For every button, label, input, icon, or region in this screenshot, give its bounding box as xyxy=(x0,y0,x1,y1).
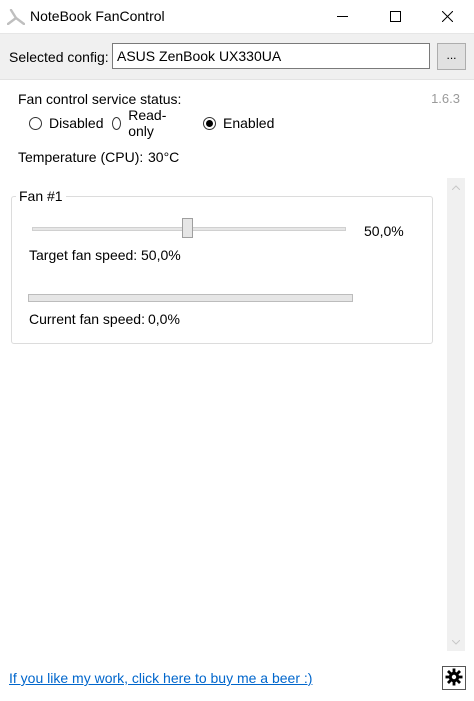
radio-enabled[interactable]: Enabled xyxy=(203,114,274,132)
gear-icon xyxy=(445,668,463,689)
radio-enabled-label: Enabled xyxy=(223,115,275,131)
config-label: Selected config: xyxy=(9,49,109,65)
maximize-button[interactable] xyxy=(372,0,418,33)
scroll-down-icon[interactable] xyxy=(447,633,465,651)
fan-speed-slider-thumb[interactable] xyxy=(181,218,193,238)
donate-link[interactable]: If you like my work, click here to buy m… xyxy=(9,670,312,686)
minimize-button[interactable] xyxy=(319,0,365,33)
current-fan-speed-label: Current fan speed: xyxy=(29,311,145,327)
radio-read-only-circle[interactable] xyxy=(112,116,122,130)
radio-enabled-circle[interactable] xyxy=(203,116,216,130)
title-bar[interactable]: NoteBook FanControl xyxy=(0,0,474,33)
window-title: NoteBook FanControl xyxy=(30,8,165,24)
maximize-icon xyxy=(389,11,401,22)
fan-icon xyxy=(6,8,26,26)
temperature-value: 30°C xyxy=(148,149,180,165)
config-bar: Selected config: ASUS ZenBook UX330UA ..… xyxy=(0,33,474,80)
version-label: 1.6.3 xyxy=(431,91,460,106)
radio-read-only-label: Read-only xyxy=(128,107,167,139)
app-window: NoteBook FanControl Selected config: ASU… xyxy=(0,0,474,701)
radio-disabled-circle[interactable] xyxy=(29,116,42,130)
scroll-up-icon[interactable] xyxy=(447,178,465,196)
radio-read-only[interactable]: Read-only xyxy=(112,107,170,139)
vertical-scrollbar[interactable] xyxy=(447,178,465,651)
close-button[interactable] xyxy=(424,0,470,33)
current-fan-speed-value: 0,0% xyxy=(148,311,180,327)
config-field[interactable]: ASUS ZenBook UX330UA xyxy=(112,43,430,69)
settings-button[interactable] xyxy=(442,666,466,690)
temperature-label: Temperature (CPU): xyxy=(18,149,144,165)
config-value: ASUS ZenBook UX330UA xyxy=(117,48,282,64)
target-fan-speed-label: Target fan speed: xyxy=(29,247,138,263)
fan-group-title: Fan #1 xyxy=(16,188,66,204)
service-status-heading: Fan control service status: xyxy=(18,91,182,107)
fan-speed-slider-value: 50,0% xyxy=(364,223,404,239)
minimize-icon xyxy=(336,11,348,22)
current-fan-speed-bar xyxy=(28,294,353,302)
radio-disabled-label: Disabled xyxy=(49,115,104,131)
select-config-button[interactable]: ... xyxy=(437,43,466,70)
radio-disabled[interactable]: Disabled xyxy=(29,114,103,132)
close-icon xyxy=(441,11,453,22)
target-fan-speed-value: 50,0% xyxy=(141,247,181,263)
